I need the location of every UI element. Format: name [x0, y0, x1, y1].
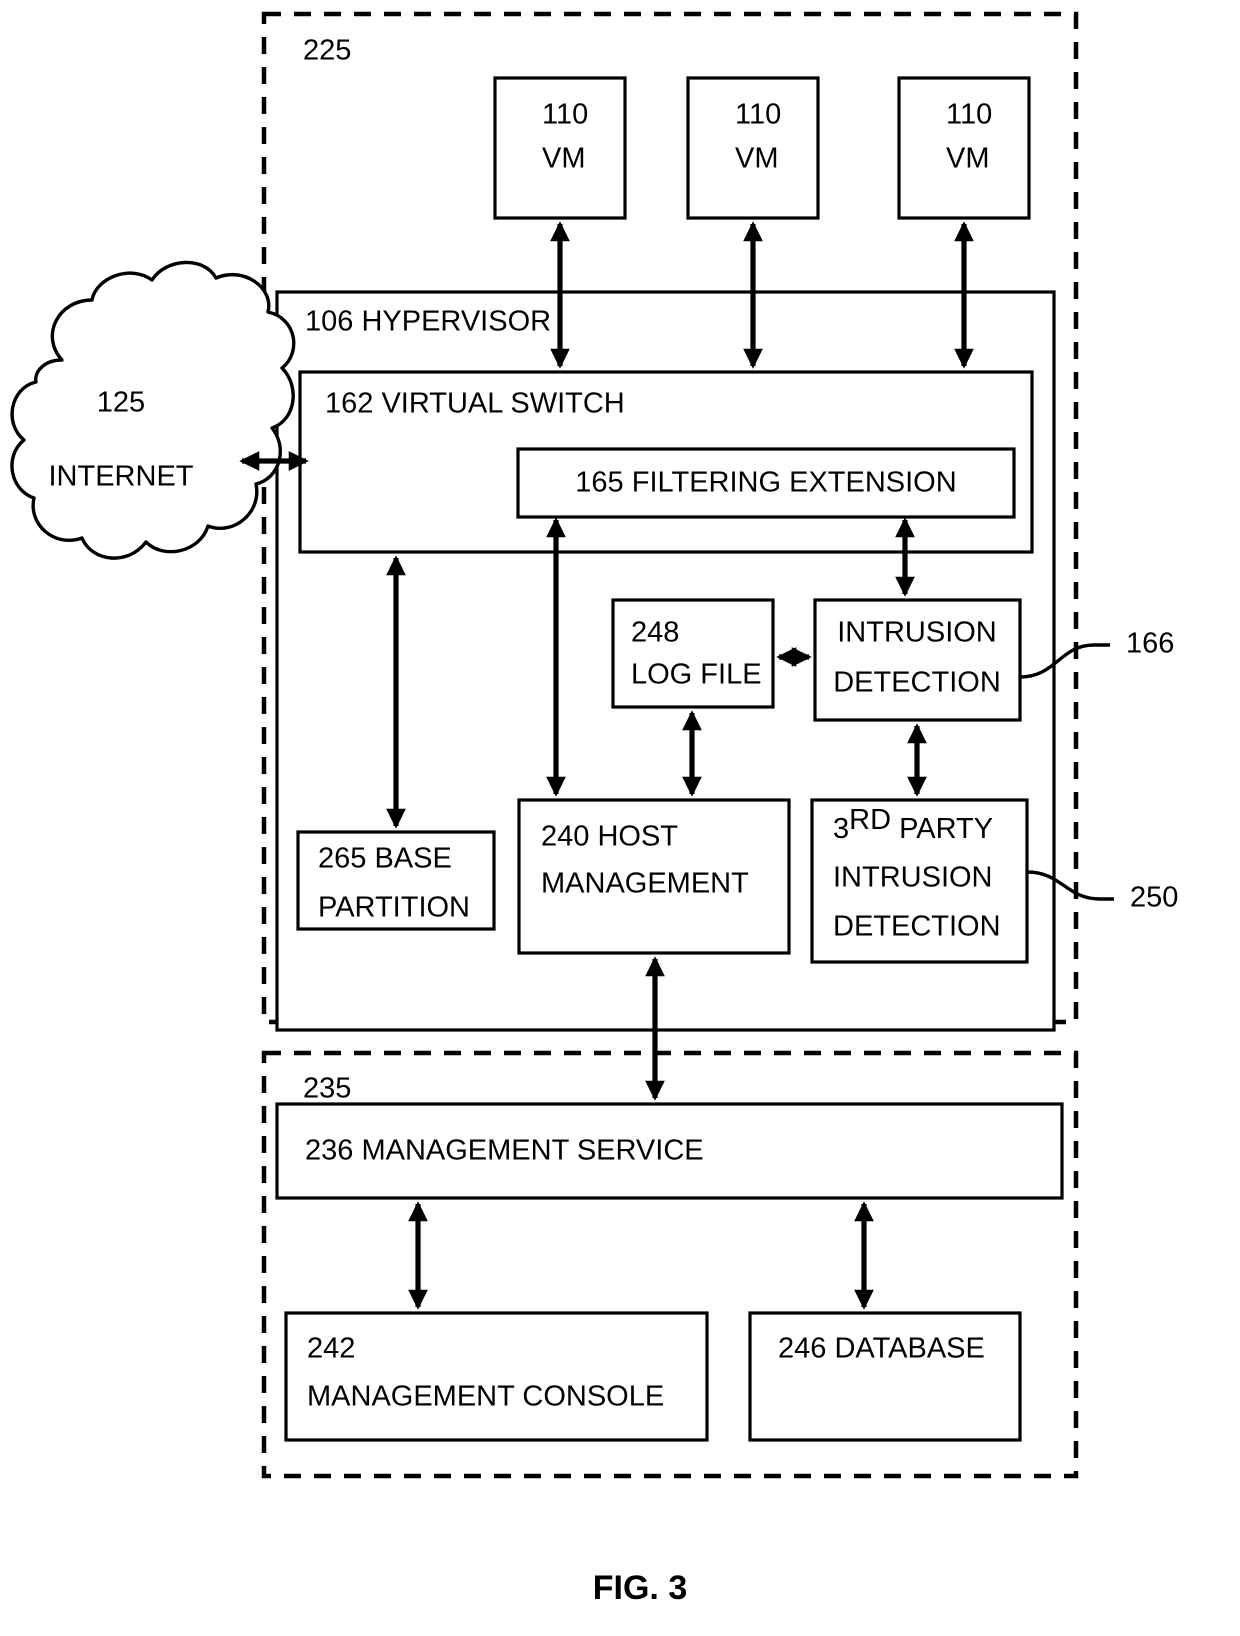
host-region-ref-label: 225 [303, 35, 351, 67]
internet-cloud-ref: 125 [97, 387, 145, 419]
hypervisor-label: 106 HYPERVISOR [305, 306, 551, 338]
vm-box-1-label: VM [542, 143, 586, 175]
management-console-line2: MANAGEMENT CONSOLE [307, 1381, 664, 1413]
log-file-label: LOG FILE [631, 659, 762, 691]
intrusion-detection-line2: DETECTION [833, 667, 1001, 699]
intrusion-detection-line1: INTRUSION [837, 617, 997, 649]
internet-cloud-label: INTERNET [49, 461, 194, 493]
vm-box-1-ref: 110 [542, 99, 588, 131]
base-partition-line2: PARTITION [318, 892, 470, 924]
third-party-line3: DETECTION [833, 911, 1001, 943]
internet-cloud-shape [10, 260, 296, 560]
host-management-line1: 240 HOST [541, 821, 678, 853]
log-file-ref: 248 [631, 617, 679, 649]
filtering-extension-label: 165 FILTERING EXTENSION [575, 467, 956, 499]
management-region-ref-label: 235 [303, 1073, 351, 1105]
host-management-line2: MANAGEMENT [541, 868, 749, 900]
database-label: 246 DATABASE [778, 1333, 985, 1365]
vm-box-3-label: VM [946, 143, 990, 175]
third-party-line2: INTRUSION [833, 862, 993, 894]
third-party-line1-number: 3 [833, 813, 849, 845]
base-partition-line1: 265 BASE [318, 843, 452, 875]
third-party-ref-label: 250 [1130, 882, 1178, 914]
management-service-label: 236 MANAGEMENT SERVICE [305, 1135, 704, 1167]
figure-3-diagram: 225 110 VM 110 VM 110 VM 106 HYPERVISOR … [0, 0, 1240, 1636]
virtual-switch-label: 162 VIRTUAL SWITCH [325, 388, 625, 420]
vm-box-2-label: VM [735, 143, 779, 175]
management-console-line1: 242 [307, 1333, 355, 1365]
figure-caption: FIG. 3 [593, 1569, 687, 1607]
vm-box-3-ref: 110 [946, 99, 992, 131]
third-party-line1-rest: PARTY [891, 813, 993, 845]
intrusion-detection-ref-label: 166 [1126, 628, 1174, 660]
vm-box-2-ref: 110 [735, 99, 781, 131]
third-party-line1-superscript: RD [849, 804, 891, 836]
